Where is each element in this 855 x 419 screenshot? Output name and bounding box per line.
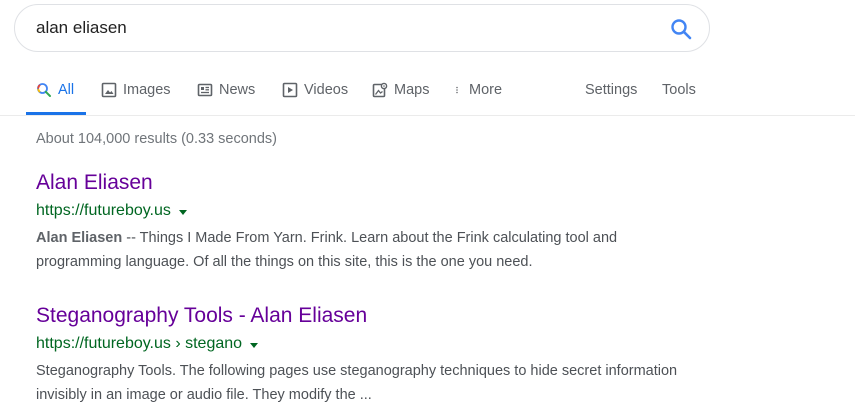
result-stats: About 104,000 results (0.33 seconds)	[36, 131, 278, 147]
result-snippet: Alan Eliasen -- Things I Made From Yarn.…	[36, 226, 716, 274]
search-result: Steganography Tools - Alan Eliasen https…	[36, 303, 716, 407]
result-url-row: https://futureboy.us	[36, 200, 716, 222]
tab-all[interactable]: All	[26, 70, 87, 115]
image-icon	[101, 82, 117, 98]
caret-down-icon[interactable]	[178, 209, 187, 215]
tab-videos-label: Videos	[304, 82, 349, 98]
snippet-text: invisibly in an image or audio file. The…	[36, 387, 372, 403]
snippet-highlight: Alan Eliasen	[36, 230, 123, 246]
result-url[interactable]: https://futureboy.us	[36, 202, 171, 220]
search-results-page: All Images News Videos	[0, 0, 855, 419]
search-input[interactable]	[36, 5, 636, 51]
search-tabs: All Images News Videos Maps More Setting…	[0, 70, 855, 116]
result-url[interactable]: https://futureboy.us › stegano	[36, 335, 242, 353]
tab-all-label: All	[58, 82, 75, 98]
snippet-text: Steganography Tools. The following pages…	[36, 363, 678, 379]
tab-videos[interactable]: Videos	[282, 70, 348, 115]
result-title-link[interactable]: Steganography Tools - Alan Eliasen	[36, 303, 716, 329]
tab-maps-label: Maps	[394, 82, 430, 98]
snippet-text: programming language. Of all the things …	[36, 254, 533, 270]
result-url-row: https://futureboy.us › stegano	[36, 333, 716, 355]
search-box[interactable]	[14, 4, 710, 52]
result-title-link[interactable]: Alan Eliasen	[36, 170, 716, 196]
caret-down-icon[interactable]	[250, 342, 259, 348]
tab-more[interactable]: More	[455, 70, 502, 115]
tab-settings[interactable]: Settings	[585, 70, 637, 115]
tab-maps[interactable]: Maps	[372, 70, 429, 115]
video-icon	[282, 82, 298, 98]
search-icon[interactable]	[669, 17, 693, 41]
map-icon	[372, 82, 388, 98]
tab-settings-label: Settings	[585, 82, 638, 98]
tab-more-label: More	[469, 82, 503, 98]
tab-images[interactable]: Images	[101, 70, 171, 115]
tab-tools[interactable]: Tools	[662, 70, 696, 115]
search-icon	[37, 83, 51, 97]
tab-news-label: News	[219, 82, 256, 98]
tab-images-label: Images	[123, 82, 171, 98]
tab-news[interactable]: News	[197, 70, 255, 115]
search-result: Alan Eliasen https://futureboy.us Alan E…	[36, 170, 716, 274]
news-icon	[197, 83, 213, 97]
result-snippet: Steganography Tools. The following pages…	[36, 359, 716, 407]
tab-tools-label: Tools	[662, 82, 696, 98]
snippet-text: -- Things I Made From Yarn. Frink. Learn…	[122, 230, 618, 246]
more-vert-icon	[456, 86, 458, 94]
